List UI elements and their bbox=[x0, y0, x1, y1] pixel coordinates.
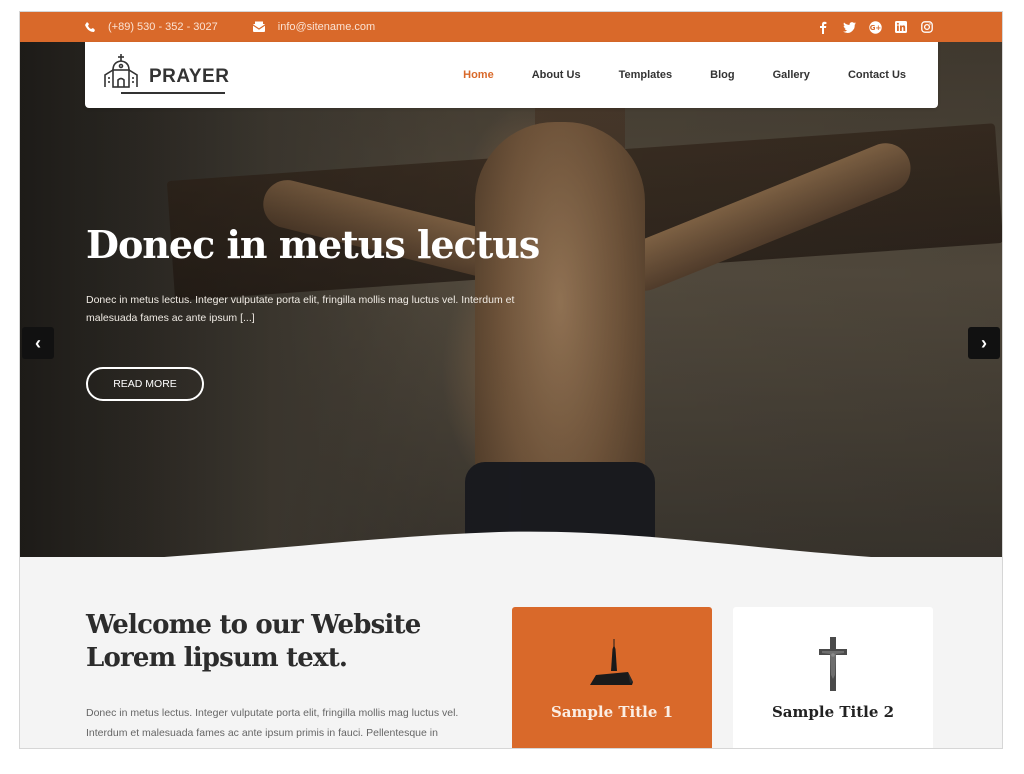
hero-title: Donec in metus lectus bbox=[86, 222, 540, 267]
welcome-title: Welcome to our Website Lorem lipsum text… bbox=[86, 609, 421, 675]
nav-blog[interactable]: Blog bbox=[710, 69, 734, 81]
instagram-icon[interactable] bbox=[920, 20, 934, 34]
feature-card-1-title: Sample Title 1 bbox=[550, 703, 674, 721]
welcome-text: Donec in metus lectus. Integer vulputate… bbox=[86, 707, 459, 739]
main-header: PRAYER Home About Us Templates Blog Gall… bbox=[85, 42, 938, 108]
slider-next-button[interactable]: › bbox=[968, 327, 1000, 359]
crucifix-icon bbox=[803, 635, 863, 695]
church-icon bbox=[582, 635, 642, 695]
read-more-button[interactable]: READ MORE bbox=[86, 367, 204, 401]
nav-home[interactable]: Home bbox=[463, 69, 494, 81]
email-address: info@sitename.com bbox=[277, 21, 376, 33]
slider-prev-button[interactable]: ‹ bbox=[22, 327, 54, 359]
phone-icon bbox=[84, 21, 96, 33]
google-plus-icon[interactable]: G+ bbox=[868, 20, 882, 34]
logo[interactable]: PRAYER bbox=[101, 53, 229, 94]
main-nav: Home About Us Templates Blog Gallery Con… bbox=[463, 42, 906, 108]
email-item[interactable]: info@sitename.com bbox=[252, 21, 375, 33]
twitter-icon[interactable] bbox=[842, 20, 856, 34]
svg-text:G+: G+ bbox=[869, 24, 881, 32]
welcome-title-line-1: Welcome to our Website bbox=[86, 610, 421, 640]
feature-card-1[interactable]: Sample Title 1 bbox=[512, 607, 712, 748]
logo-underline bbox=[121, 92, 225, 94]
hero-text: Donec in metus lectus. Integer vulputate… bbox=[86, 294, 515, 324]
chevron-left-icon: ‹ bbox=[35, 332, 41, 353]
top-bar: (+89) 530 - 352 - 3027 info@sitename.com… bbox=[20, 12, 1002, 42]
email-icon bbox=[252, 21, 266, 33]
feature-card-2[interactable]: Sample Title 2 bbox=[733, 607, 933, 748]
nav-templates[interactable]: Templates bbox=[619, 69, 673, 81]
feature-card-2-title: Sample Title 2 bbox=[771, 703, 895, 721]
contact-info: (+89) 530 - 352 - 3027 info@sitename.com bbox=[84, 12, 399, 42]
phone-item[interactable]: (+89) 530 - 352 - 3027 bbox=[84, 21, 218, 33]
social-links: G+ bbox=[816, 12, 934, 42]
hero-slider: Donec in metus lectus Donec in metus lec… bbox=[20, 42, 1002, 557]
linkedin-icon[interactable] bbox=[894, 20, 908, 34]
nav-about-us[interactable]: About Us bbox=[532, 69, 581, 81]
phone-number: (+89) 530 - 352 - 3027 bbox=[108, 21, 218, 33]
facebook-icon[interactable] bbox=[816, 20, 830, 34]
nav-gallery[interactable]: Gallery bbox=[773, 69, 810, 81]
hero-wave-divider bbox=[164, 531, 872, 557]
nav-contact-us[interactable]: Contact Us bbox=[848, 69, 906, 81]
brand-name: PRAYER bbox=[149, 66, 230, 87]
welcome-title-line-2: Lorem lipsum text. bbox=[86, 643, 348, 673]
church-logo-icon bbox=[101, 53, 141, 94]
chevron-right-icon: › bbox=[981, 332, 987, 353]
page-frame: Donec in metus lectus Donec in metus lec… bbox=[19, 11, 1003, 749]
